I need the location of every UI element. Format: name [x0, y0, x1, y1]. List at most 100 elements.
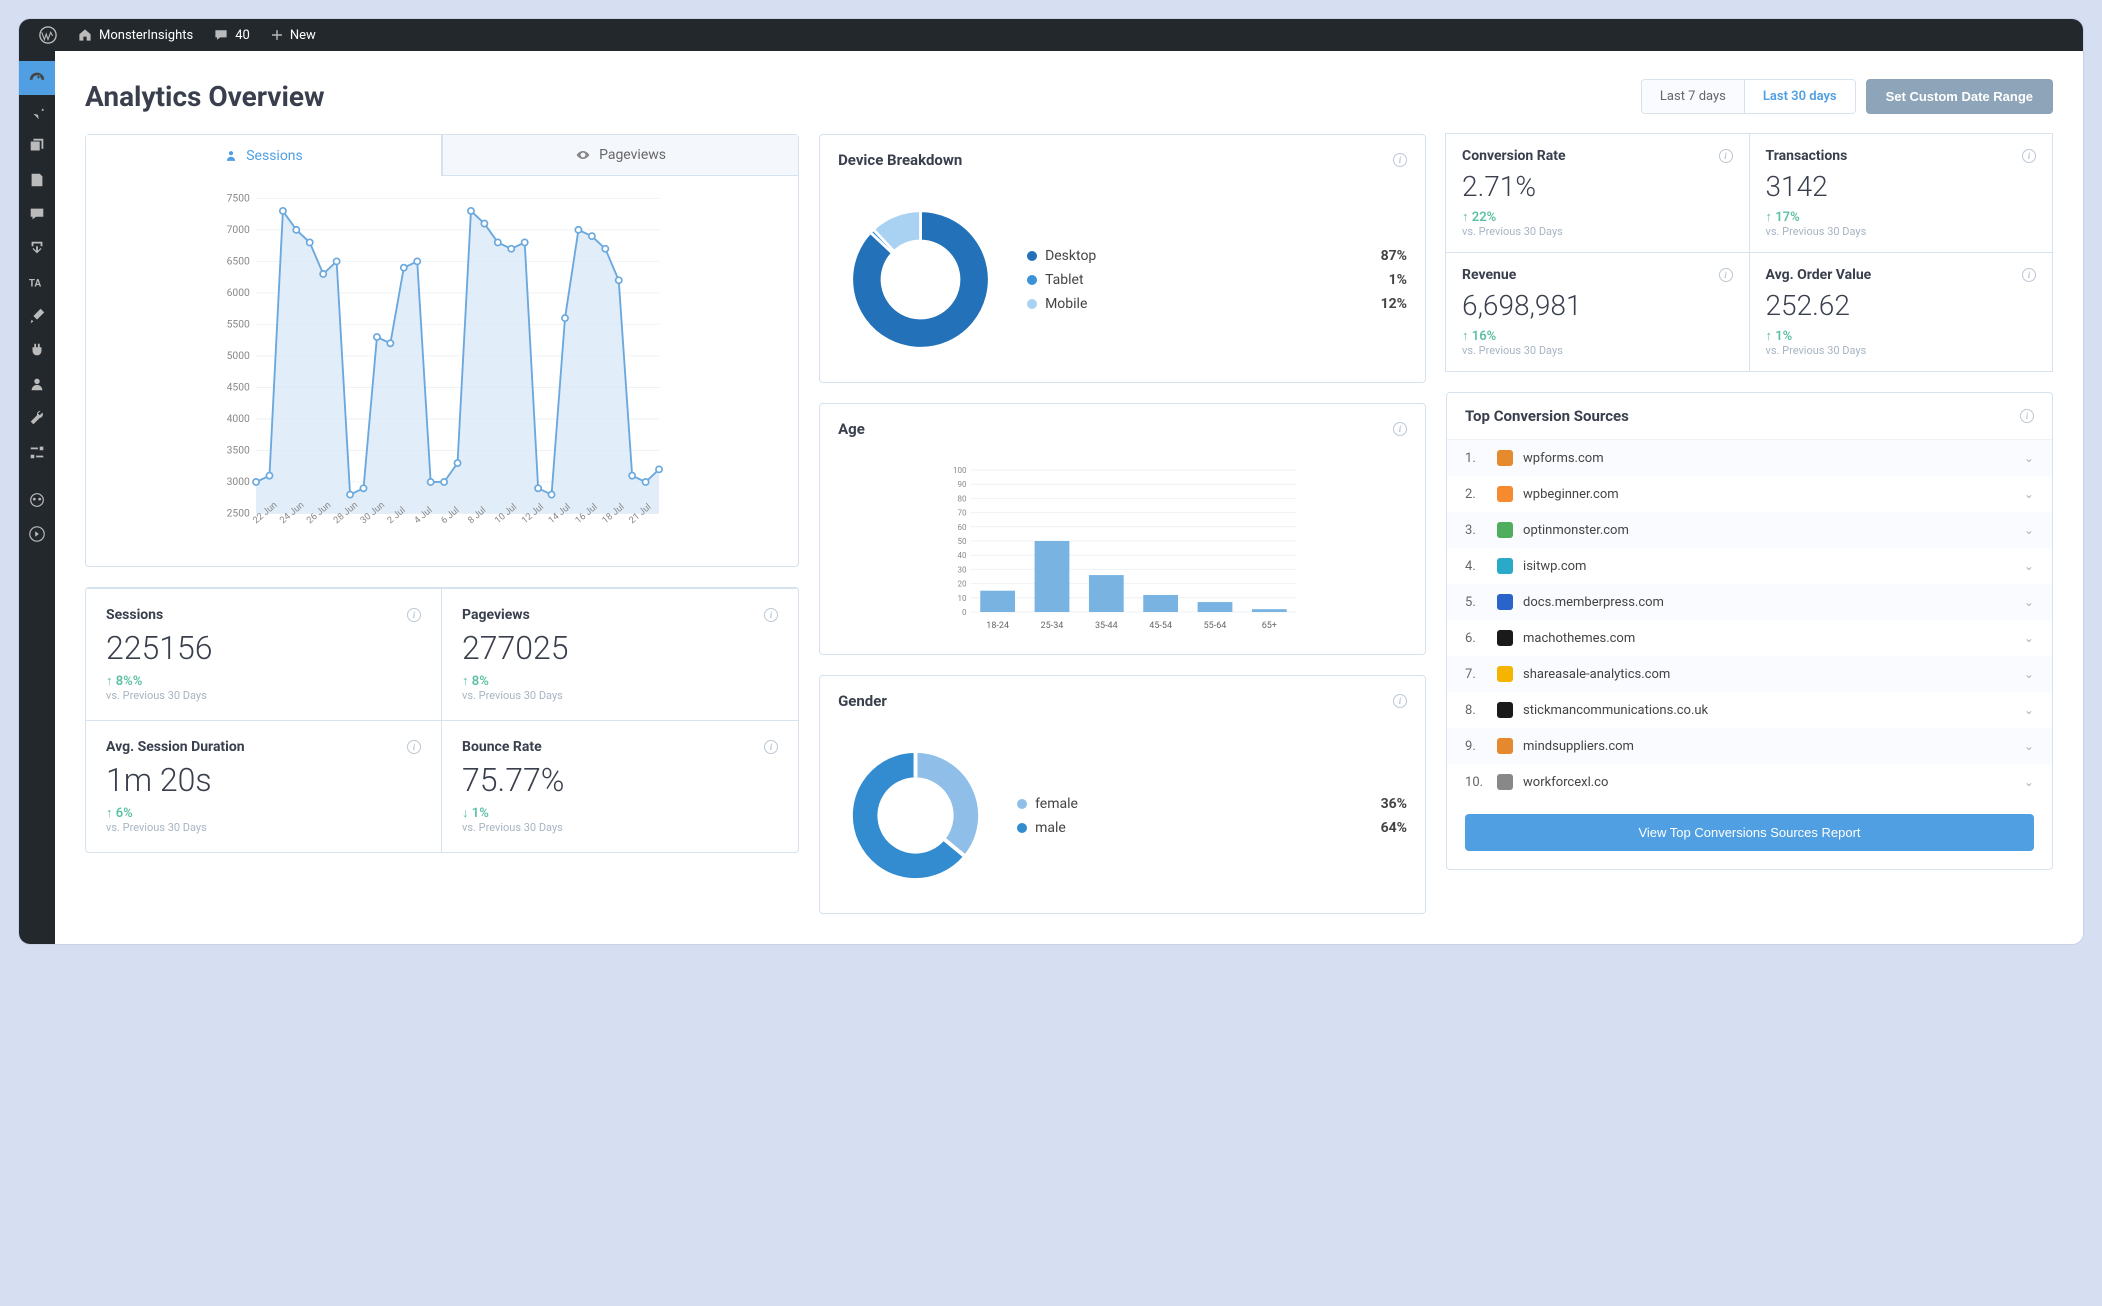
chevron-down-icon: ⌄	[2024, 523, 2034, 537]
plug-icon	[28, 341, 46, 359]
source-row[interactable]: 2. wpbeginner.com ⌄	[1447, 476, 2052, 512]
person-icon	[224, 149, 238, 163]
content-area: Analytics Overview Last 7 days Last 30 d…	[55, 51, 2083, 944]
download-icon	[28, 239, 46, 257]
favicon-icon	[1497, 450, 1513, 466]
source-row[interactable]: 5. docs.memberpress.com ⌄	[1447, 584, 2052, 620]
tab-sessions[interactable]: Sessions	[86, 135, 442, 176]
source-row[interactable]: 10. workforcexl.co ⌄	[1447, 764, 2052, 800]
sidebar-item-media[interactable]	[19, 129, 55, 163]
sidebar-item-users[interactable]	[19, 367, 55, 401]
source-row[interactable]: 6. machothemes.com ⌄	[1447, 620, 2052, 656]
sidebar-item-posts[interactable]	[19, 95, 55, 129]
view-sources-report-button[interactable]: View Top Conversions Sources Report	[1465, 814, 2034, 851]
favicon-icon	[1497, 522, 1513, 538]
legend-row: male64%	[1017, 816, 1407, 840]
ecommerce-stats: Conversion Ratei 2.71% ↑ 22% vs. Previou…	[1446, 134, 2053, 372]
custom-date-range-button[interactable]: Set Custom Date Range	[1866, 79, 2053, 114]
ecom-stat-cell: Conversion Ratei 2.71% ↑ 22% vs. Previou…	[1445, 133, 1749, 253]
svg-text:80: 80	[958, 494, 967, 503]
sidebar-item-tools[interactable]	[19, 401, 55, 435]
info-icon[interactable]: i	[1719, 268, 1733, 282]
gender-title: Gender	[838, 692, 887, 710]
sidebar-item-appearance[interactable]	[19, 299, 55, 333]
info-icon[interactable]: i	[2022, 268, 2036, 282]
sliders-icon	[28, 443, 46, 461]
svg-text:2500: 2500	[227, 507, 250, 520]
ecom-stat-cell: Revenuei 6,698,981 ↑ 16% vs. Previous 30…	[1445, 252, 1749, 372]
svg-text:3000: 3000	[227, 475, 250, 488]
info-icon[interactable]: i	[764, 740, 778, 754]
sidebar-item-settings[interactable]	[19, 435, 55, 469]
sidebar-item-collapse[interactable]	[19, 517, 55, 551]
sources-title: Top Conversion Sources	[1465, 407, 1629, 425]
info-icon[interactable]: i	[2020, 409, 2034, 423]
media-icon	[28, 137, 46, 155]
info-icon[interactable]: i	[1393, 153, 1407, 167]
info-icon[interactable]: i	[1719, 149, 1733, 163]
stat-cell: Avg. Session Durationi 1m 20s ↑ 6% vs. P…	[86, 720, 442, 852]
sidebar-item-comments[interactable]	[19, 197, 55, 231]
favicon-icon	[1497, 594, 1513, 610]
favicon-icon	[1497, 774, 1513, 790]
source-row[interactable]: 4. isitwp.com ⌄	[1447, 548, 2052, 584]
sessions-line-chart: 2500300035004000450050005500600065007000…	[98, 188, 786, 560]
svg-text:4500: 4500	[227, 381, 250, 394]
tab-last-7-days[interactable]: Last 7 days	[1642, 80, 1745, 113]
source-row[interactable]: 3. optinmonster.com ⌄	[1447, 512, 2052, 548]
age-card: Age i 010203040506070809010018-2425-3435…	[819, 403, 1426, 655]
header-row: Analytics Overview Last 7 days Last 30 d…	[85, 79, 2053, 114]
info-icon[interactable]: i	[1393, 422, 1407, 436]
info-icon[interactable]: i	[407, 608, 421, 622]
stat-cell: Sessionsi 225156 ↑ 8%% vs. Previous 30 D…	[86, 588, 442, 720]
svg-text:60: 60	[958, 523, 967, 532]
stat-cell: Bounce Ratei 75.77% ↓ 1% vs. Previous 30…	[442, 720, 798, 852]
chevron-down-icon: ⌄	[2024, 487, 2034, 501]
source-row[interactable]: 1. wpforms.com ⌄	[1447, 440, 2052, 476]
chevron-down-icon: ⌄	[2024, 667, 2034, 681]
wp-sidebar: TA	[19, 51, 55, 944]
legend-row: Mobile12%	[1027, 292, 1407, 316]
info-icon[interactable]: i	[407, 740, 421, 754]
chat-icon	[28, 205, 46, 223]
wp-logo-icon[interactable]	[29, 26, 67, 44]
tab-last-30-days[interactable]: Last 30 days	[1745, 80, 1855, 113]
svg-text:TA: TA	[29, 279, 42, 290]
favicon-icon	[1497, 486, 1513, 502]
collapse-icon	[28, 525, 46, 543]
sidebar-item-plugins[interactable]	[19, 333, 55, 367]
home-icon	[77, 27, 93, 43]
new-link[interactable]: New	[260, 28, 326, 43]
site-link[interactable]: MonsterInsights	[67, 27, 203, 43]
date-controls: Last 7 days Last 30 days Set Custom Date…	[1641, 79, 2053, 114]
ecom-stat-cell: Transactionsi 3142 ↑ 17% vs. Previous 30…	[1749, 133, 2053, 253]
new-label: New	[290, 28, 316, 43]
info-icon[interactable]: i	[2022, 149, 2036, 163]
pin-icon	[28, 103, 46, 121]
overview-stats-card: Sessionsi 225156 ↑ 8%% vs. Previous 30 D…	[85, 587, 799, 853]
svg-text:3500: 3500	[227, 444, 250, 457]
sidebar-item-ta[interactable]: TA	[19, 265, 55, 299]
sidebar-item-mascot[interactable]	[19, 483, 55, 517]
source-row[interactable]: 7. shareasale-analytics.com ⌄	[1447, 656, 2052, 692]
svg-text:50: 50	[958, 537, 967, 546]
info-icon[interactable]: i	[1393, 694, 1407, 708]
sidebar-item-insights[interactable]	[19, 61, 55, 95]
comments-link[interactable]: 40	[203, 27, 260, 43]
chevron-down-icon: ⌄	[2024, 631, 2034, 645]
ta-icon: TA	[28, 273, 46, 291]
favicon-icon	[1497, 666, 1513, 682]
sidebar-item-download[interactable]	[19, 231, 55, 265]
source-row[interactable]: 9. mindsuppliers.com ⌄	[1447, 728, 2052, 764]
legend-row: Tablet1%	[1027, 268, 1407, 292]
source-row[interactable]: 8. stickmancommunications.co.uk ⌄	[1447, 692, 2052, 728]
top-conversion-sources-card: Top Conversion Sources i 1. wpforms.com …	[1446, 392, 2053, 870]
info-icon[interactable]: i	[764, 608, 778, 622]
svg-text:6000: 6000	[227, 286, 250, 299]
chevron-down-icon: ⌄	[2024, 559, 2034, 573]
wp-adminbar: MonsterInsights 40 New	[19, 19, 2083, 51]
tab-pageviews[interactable]: Pageviews	[442, 135, 798, 176]
eye-icon	[575, 147, 591, 163]
sidebar-item-pages[interactable]	[19, 163, 55, 197]
chevron-down-icon: ⌄	[2024, 703, 2034, 717]
